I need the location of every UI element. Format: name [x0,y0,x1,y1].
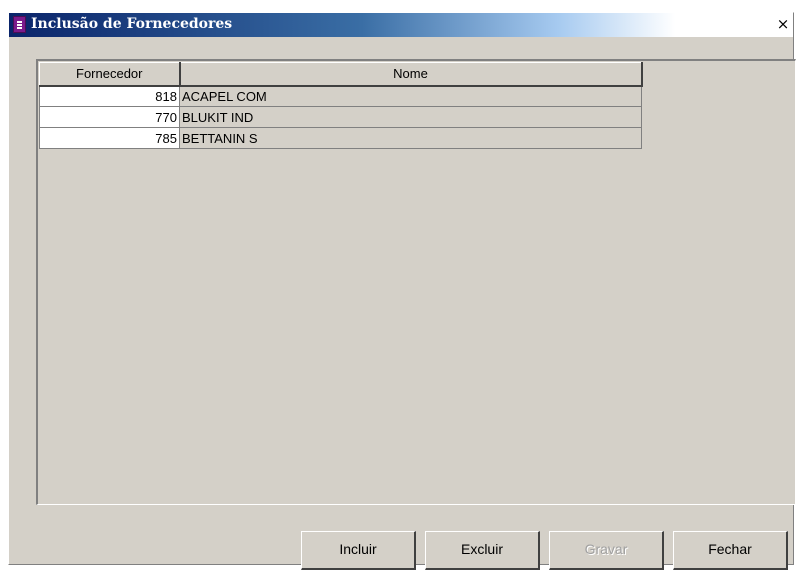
cell-nome[interactable]: ACAPEL COM [179,85,642,107]
table-row[interactable]: 785 BETTANIN S [39,127,642,149]
window-title: Inclusão de Fornecedores [31,16,233,32]
title-bar[interactable]: Inclusão de Fornecedores × [9,13,793,37]
column-header-fornecedor[interactable]: Fornecedor [39,62,181,87]
document-icon [13,16,26,33]
cell-fornecedor[interactable]: 785 [39,127,180,149]
incluir-button[interactable]: Incluir [301,531,416,570]
excluir-button[interactable]: Excluir [425,531,540,570]
close-icon[interactable]: × [775,16,791,32]
cell-fornecedor[interactable]: 818 [39,85,180,107]
gravar-button[interactable]: Gravar [549,531,664,570]
cell-nome[interactable]: BLUKIT IND [179,106,642,128]
suppliers-grid[interactable]: Fornecedor Nome 818 ACAPEL COM 770 BLUKI… [36,59,796,505]
column-header-nome[interactable]: Nome [179,62,643,87]
cell-nome[interactable]: BETTANIN S [179,127,642,149]
table-header-row: Fornecedor Nome [39,62,643,87]
cell-fornecedor[interactable]: 770 [39,106,180,128]
suppliers-table: Fornecedor Nome 818 ACAPEL COM 770 BLUKI… [39,62,643,149]
table-row[interactable]: 770 BLUKIT IND [39,106,642,128]
table-row[interactable]: 818 ACAPEL COM [39,85,642,107]
dialog-window: Inclusão de Fornecedores × Fornecedor No… [8,12,796,570]
fechar-button[interactable]: Fechar [673,531,788,570]
